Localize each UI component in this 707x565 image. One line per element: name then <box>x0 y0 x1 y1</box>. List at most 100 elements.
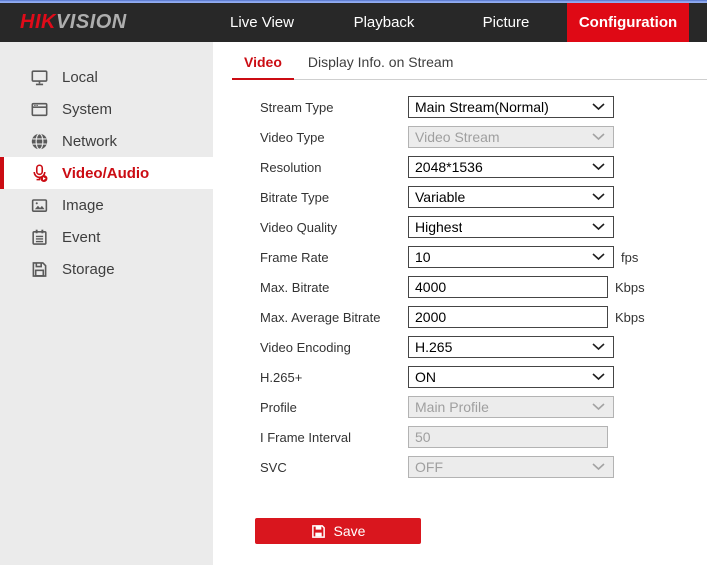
selected-value: Main Stream(Normal) <box>415 99 549 115</box>
field-label: H.265+ <box>260 370 408 385</box>
selected-value: Video Stream <box>415 129 500 145</box>
profile-select: Main Profile <box>408 396 614 418</box>
sidebar: Local System Network Video/Audio <box>0 42 213 565</box>
max-average-bitrate-input[interactable] <box>408 306 608 328</box>
sidebar-item-local[interactable]: Local <box>0 61 213 93</box>
sidebar-item-label: Event <box>62 229 100 246</box>
selected-value: H.265 <box>415 339 452 355</box>
storage-icon <box>30 260 49 279</box>
field-label: Bitrate Type <box>260 190 408 205</box>
save-button[interactable]: Save <box>255 518 421 544</box>
field-suffix: Kbps <box>615 280 645 295</box>
bitrate-type-select[interactable]: Variable <box>408 186 614 208</box>
field-control <box>408 276 608 298</box>
field-label: Video Encoding <box>260 340 408 355</box>
profile-row: Profile Main Profile <box>213 392 707 422</box>
selected-value: ON <box>415 369 436 385</box>
field-label: Profile <box>260 400 408 415</box>
field-control: Variable <box>408 186 614 208</box>
resolution-select[interactable]: 2048*1536 <box>408 156 614 178</box>
field-label: Video Type <box>260 130 408 145</box>
h-265-select[interactable]: ON <box>408 366 614 388</box>
main-nav: Live View Playback Picture Configuration <box>201 3 689 42</box>
field-label: Max. Average Bitrate <box>260 310 408 325</box>
sidebar-item-label: Local <box>62 69 98 86</box>
hikvision-logo: HIKVISION <box>20 11 127 34</box>
field-control: H.265 <box>408 336 614 358</box>
tab-display-info-on-stream[interactable]: Display Info. on Stream <box>296 54 466 80</box>
field-label: I Frame Interval <box>260 430 408 445</box>
video-encoding-select[interactable]: H.265 <box>408 336 614 358</box>
svc-select: OFF <box>408 456 614 478</box>
video-type-select: Video Stream <box>408 126 614 148</box>
field-label: Video Quality <box>260 220 408 235</box>
chevron-down-icon <box>592 223 607 231</box>
chevron-down-icon <box>592 343 607 351</box>
sidebar-item-system[interactable]: System <box>0 93 213 125</box>
stream-type-select[interactable]: Main Stream(Normal) <box>408 96 614 118</box>
video-settings-form: Stream Type Main Stream(Normal) Video Ty… <box>213 92 707 482</box>
microphone-icon <box>30 164 49 183</box>
selected-value: Highest <box>415 219 462 235</box>
max-bitrate-input[interactable] <box>408 276 608 298</box>
i-frame-interval-input <box>408 426 608 448</box>
logo-vision: VISION <box>56 11 127 33</box>
sidebar-item-label: Image <box>62 197 104 214</box>
selected-value: 2048*1536 <box>415 159 483 175</box>
sidebar-item-video-audio[interactable]: Video/Audio <box>0 157 213 189</box>
field-suffix: Kbps <box>615 310 645 325</box>
sidebar-item-storage[interactable]: Storage <box>0 253 213 285</box>
page-body: Local System Network Video/Audio <box>0 42 707 565</box>
field-control: ON <box>408 366 614 388</box>
sidebar-item-event[interactable]: Event <box>0 221 213 253</box>
topbar: HIKVISION Live View Playback Picture Con… <box>0 3 707 42</box>
max-average-bitrate-row: Max. Average Bitrate Kbps <box>213 302 707 332</box>
sidebar-item-network[interactable]: Network <box>0 125 213 157</box>
field-control: Main Profile <box>408 396 614 418</box>
save-icon <box>311 524 326 539</box>
sidebar-item-image[interactable]: Image <box>0 189 213 221</box>
selected-value: Main Profile <box>415 399 489 415</box>
selected-value: Variable <box>415 189 465 205</box>
field-label: Resolution <box>260 160 408 175</box>
field-suffix: fps <box>621 250 638 265</box>
bitrate-type-row: Bitrate Type Variable <box>213 182 707 212</box>
nav-configuration[interactable]: Configuration <box>567 3 689 42</box>
h-265-row: H.265+ ON <box>213 362 707 392</box>
nav-picture[interactable]: Picture <box>445 3 567 42</box>
svc-row: SVC OFF <box>213 452 707 482</box>
field-label: Stream Type <box>260 100 408 115</box>
field-control: OFF <box>408 456 614 478</box>
globe-icon <box>30 132 49 151</box>
chevron-down-icon <box>592 163 607 171</box>
nav-playback[interactable]: Playback <box>323 3 445 42</box>
resolution-row: Resolution 2048*1536 <box>213 152 707 182</box>
field-label: SVC <box>260 460 408 475</box>
chevron-down-icon <box>592 403 607 411</box>
chevron-down-icon <box>592 463 607 471</box>
chevron-down-icon <box>592 253 607 261</box>
field-label: Frame Rate <box>260 250 408 265</box>
field-control: Video Stream <box>408 126 614 148</box>
logo-hik: HIK <box>20 11 56 33</box>
frame-rate-select[interactable]: 10 <box>408 246 614 268</box>
nav-live-view[interactable]: Live View <box>201 3 323 42</box>
chevron-down-icon <box>592 193 607 201</box>
field-control: 2048*1536 <box>408 156 614 178</box>
field-label: Max. Bitrate <box>260 280 408 295</box>
event-icon <box>30 228 49 247</box>
image-icon <box>30 196 49 215</box>
chevron-down-icon <box>592 133 607 141</box>
save-button-label: Save <box>334 523 366 539</box>
sidebar-item-label: Network <box>62 133 117 150</box>
content-panel: Video Display Info. on Stream Stream Typ… <box>213 42 707 565</box>
video-type-row: Video Type Video Stream <box>213 122 707 152</box>
video-quality-select[interactable]: Highest <box>408 216 614 238</box>
window-icon <box>30 100 49 119</box>
field-control <box>408 306 608 328</box>
tab-video[interactable]: Video <box>232 54 294 80</box>
selected-value: OFF <box>415 459 443 475</box>
field-control <box>408 426 608 448</box>
chevron-down-icon <box>592 373 607 381</box>
sidebar-item-label: Video/Audio <box>62 165 149 182</box>
